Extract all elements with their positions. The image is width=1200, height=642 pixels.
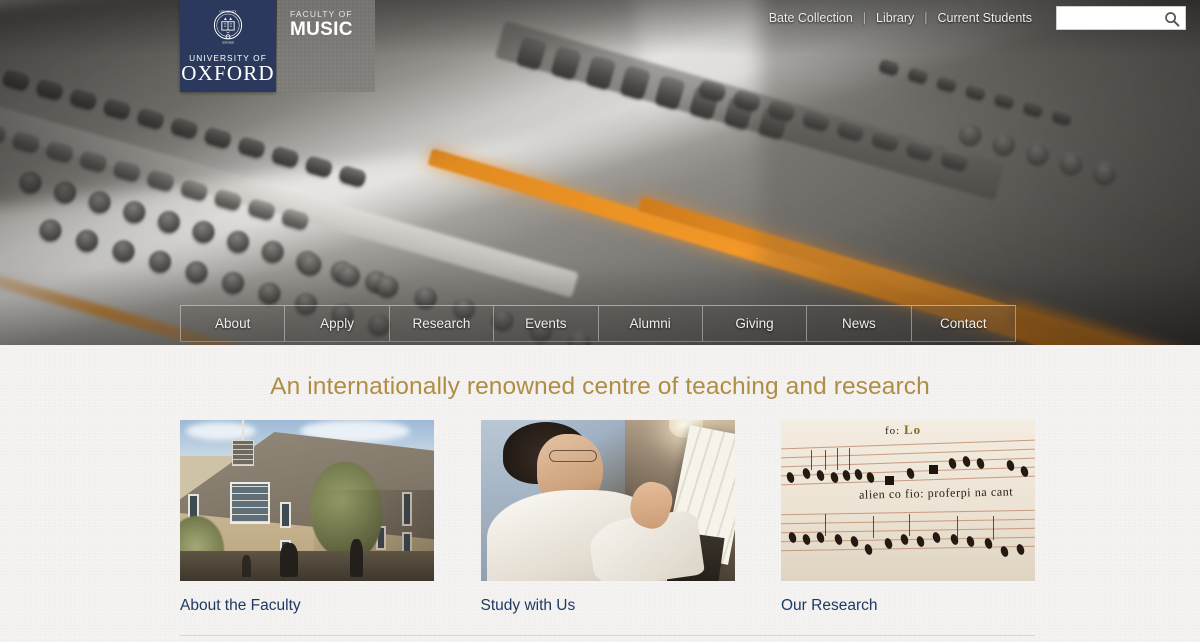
utility-link-current-students[interactable]: Current Students — [928, 11, 1043, 25]
feature-card-grid: About the Faculty Study with Us fo: Lo a… — [180, 420, 1035, 615]
nav-item-about[interactable]: About — [180, 306, 286, 341]
nav-item-giving[interactable]: Giving — [703, 306, 808, 341]
content-divider — [180, 635, 1035, 636]
svg-text:UNIVERSITY: UNIVERSITY — [219, 9, 236, 13]
search-icon[interactable] — [1163, 10, 1181, 28]
manuscript-lyric-text: alien co fio: proferpi na cant — [858, 484, 1014, 502]
feature-card-our-research[interactable]: fo: Lo alien co fio: proferpi na cant Ou… — [781, 420, 1035, 615]
faculty-logo-name: MUSIC — [290, 19, 353, 40]
card-image-faculty-building[interactable] — [180, 420, 434, 581]
feature-card-about-the-faculty[interactable]: About the Faculty — [180, 420, 434, 615]
card-link-our-research[interactable]: Our Research — [781, 597, 1035, 615]
main-navigation: About Apply Research Events Alumni Givin… — [180, 305, 1016, 342]
university-of-oxford-logo[interactable]: UNIVERSITY OXFORD UNIVERSITY OF OXFORD — [180, 0, 276, 92]
faculty-logo-sub: FACULTY OF — [290, 9, 353, 19]
card-image-medieval-manuscript[interactable]: fo: Lo alien co fio: proferpi na cant — [781, 420, 1035, 581]
manuscript-folio-heading: fo: Lo — [885, 422, 922, 437]
faculty-of-music-logo[interactable]: FACULTY OF MUSIC — [277, 0, 375, 92]
utility-separator: | — [924, 11, 928, 25]
page-headline: An internationally renowned centre of te… — [270, 373, 930, 400]
nav-item-news[interactable]: News — [807, 306, 912, 341]
card-link-study-with-us[interactable]: Study with Us — [481, 597, 735, 615]
utility-links: Bate Collection | Library | Current Stud… — [759, 11, 1042, 25]
search-box[interactable] — [1056, 6, 1200, 30]
nav-item-apply[interactable]: Apply — [285, 306, 390, 341]
university-logo-name: OXFORD — [181, 61, 275, 85]
nav-item-contact[interactable]: Contact — [912, 306, 1016, 341]
oxford-crest-icon: UNIVERSITY OXFORD — [213, 9, 243, 45]
main-content: An internationally renowned centre of te… — [0, 345, 1200, 642]
nav-item-alumni[interactable]: Alumni — [599, 306, 703, 341]
nav-item-events[interactable]: Events — [494, 306, 599, 341]
card-link-about-the-faculty[interactable]: About the Faculty — [180, 597, 434, 615]
utility-separator: | — [862, 11, 867, 25]
card-image-man-reading-score[interactable] — [480, 420, 735, 581]
utility-link-library[interactable]: Library — [866, 11, 924, 25]
utility-link-bate-collection[interactable]: Bate Collection — [759, 11, 863, 25]
feature-card-study-with-us[interactable]: Study with Us — [480, 420, 735, 615]
nav-item-research[interactable]: Research — [390, 306, 495, 341]
svg-text:OXFORD: OXFORD — [222, 41, 234, 45]
